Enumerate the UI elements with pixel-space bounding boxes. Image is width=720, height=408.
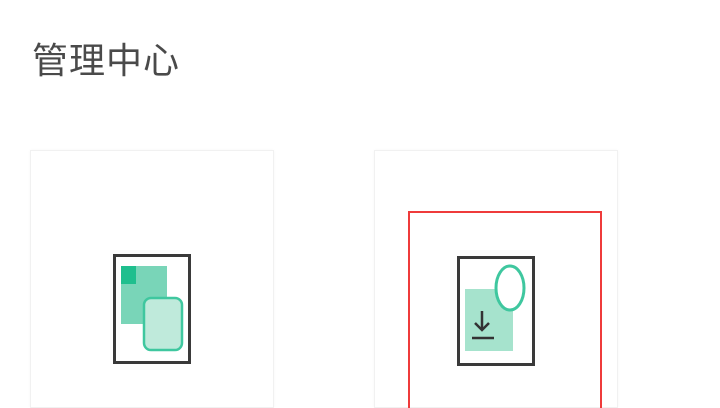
- download-document-icon: [457, 256, 535, 366]
- page-title: 管理中心: [32, 41, 181, 82]
- multi-document-icon: [113, 254, 191, 364]
